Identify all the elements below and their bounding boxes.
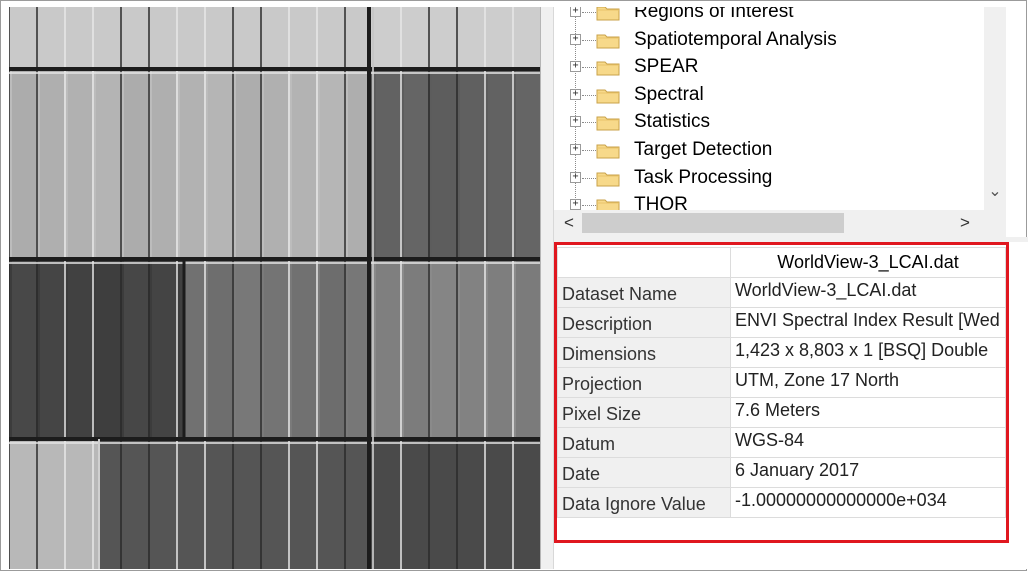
tree-item-label: Spectral xyxy=(634,83,704,105)
metadata-value[interactable]: ENVI Spectral Index Result [Wed xyxy=(730,307,1006,338)
tree-item[interactable]: + SPEAR xyxy=(554,55,984,82)
metadata-value[interactable]: WGS-84 xyxy=(730,427,1006,458)
metadata-file-header[interactable]: WorldView-3_LCAI.dat xyxy=(730,247,1006,278)
tree-connector xyxy=(582,177,596,179)
expand-icon[interactable]: + xyxy=(570,7,581,17)
folder-icon xyxy=(596,199,620,210)
tree-item-label: SPEAR xyxy=(634,56,699,78)
metadata-value[interactable]: UTM, Zone 17 North xyxy=(730,367,1006,398)
tree-item-label: Target Detection xyxy=(634,139,773,160)
tree-connector xyxy=(582,12,596,13)
scroll-down-icon[interactable]: ⌄ xyxy=(984,181,1006,203)
expand-icon[interactable]: + xyxy=(570,33,581,45)
envi-window: + Regions of Interest + Spatiotemporal Anal… xyxy=(0,0,1028,571)
folder-icon xyxy=(596,7,620,21)
vertical-scrollbar[interactable]: ⌄ xyxy=(984,7,1006,210)
vertical-scroll-thumb[interactable] xyxy=(987,11,1003,163)
expand-icon[interactable]: + xyxy=(570,88,581,100)
tree-item-label: Statistics xyxy=(634,111,711,133)
metadata-row[interactable]: Dataset Name WorldView-3_LCAI.dat xyxy=(557,277,1006,308)
metadata-key: Description xyxy=(557,307,731,338)
expand-icon[interactable]: + xyxy=(570,144,581,155)
metadata-header-row: WorldView-3_LCAI.dat xyxy=(557,247,1006,278)
metadata-row[interactable]: Description ENVI Spectral Index Result [W… xyxy=(557,307,1006,338)
folder-icon xyxy=(596,144,620,159)
horizontal-scrollbar[interactable]: < > xyxy=(554,210,1006,237)
metadata-row[interactable]: Projection UTM, Zone 17 North xyxy=(557,367,1006,398)
folder-icon xyxy=(596,34,620,49)
tree-item[interactable]: + Spatiotemporal Analysis xyxy=(554,28,984,55)
expand-icon[interactable]: + xyxy=(570,116,581,128)
tree-item-label: Regions of Interest xyxy=(634,7,794,22)
grayscale-satellite-image xyxy=(9,7,540,569)
metadata-key: Dimensions xyxy=(557,337,731,368)
tree-item[interactable]: + Task Processing xyxy=(554,166,984,193)
folder-icon xyxy=(596,116,620,131)
folder-icon xyxy=(596,61,620,76)
tree-connector xyxy=(582,122,596,124)
scroll-right-icon[interactable]: > xyxy=(954,210,976,237)
scroll-left-icon[interactable]: < xyxy=(558,210,580,237)
tree-connector xyxy=(582,39,596,41)
toolbox-tree: + Regions of Interest + Spatiotemporal Anal… xyxy=(554,7,1006,210)
metadata-value[interactable]: -1.00000000000000e+034 xyxy=(730,487,1006,518)
tree-item[interactable]: + Spectral xyxy=(554,83,984,110)
metadata-key: Data Ignore Value xyxy=(557,487,731,518)
metadata-header-blank xyxy=(557,247,731,278)
metadata-row[interactable]: Date 6 January 2017 xyxy=(557,457,1006,488)
metadata-row[interactable]: Datum WGS-84 xyxy=(557,427,1006,458)
tree-item[interactable]: + Target Detection xyxy=(554,138,984,165)
expand-icon[interactable]: + xyxy=(570,61,581,73)
metadata-row[interactable]: Pixel Size 7.6 Meters xyxy=(557,397,1006,428)
metadata-key: Projection xyxy=(557,367,731,398)
metadata-row[interactable]: Dimensions 1,423 x 8,803 x 1 [BSQ] Double xyxy=(557,337,1006,368)
scrollbar-corner xyxy=(984,210,1006,237)
image-view[interactable] xyxy=(9,7,540,569)
expand-icon[interactable]: + xyxy=(570,171,581,183)
tree-connector xyxy=(582,94,596,96)
tree-item[interactable]: + THOR xyxy=(554,193,984,210)
metadata-value[interactable]: WorldView-3_LCAI.dat xyxy=(730,277,1006,308)
tree-item[interactable]: + Statistics xyxy=(554,110,984,137)
view-splitter[interactable] xyxy=(540,7,554,569)
metadata-value[interactable]: 1,423 x 8,803 x 1 [BSQ] Double xyxy=(730,337,1006,368)
metadata-key: Datum xyxy=(557,427,731,458)
metadata-key: Date xyxy=(557,457,731,488)
folder-icon xyxy=(596,172,620,187)
metadata-value[interactable]: 6 January 2017 xyxy=(730,457,1006,488)
tree-item-label: THOR xyxy=(634,194,688,210)
metadata-value[interactable]: 7.6 Meters xyxy=(730,397,1006,428)
tree-item[interactable]: + Regions of Interest xyxy=(554,7,984,27)
tree-connector xyxy=(582,67,596,69)
metadata-key: Dataset Name xyxy=(557,277,731,308)
metadata-key: Pixel Size xyxy=(557,397,731,428)
expand-icon[interactable]: + xyxy=(570,199,581,210)
tree-item-label: Spatiotemporal Analysis xyxy=(634,28,837,50)
metadata-row[interactable]: Data Ignore Value -1.00000000000000e+034 xyxy=(557,487,1006,518)
metadata-table: WorldView-3_LCAI.dat Dataset Name WorldVi… xyxy=(557,247,1006,518)
tree-connector xyxy=(582,150,596,151)
metadata-panel: WorldView-3_LCAI.dat Dataset Name WorldVi… xyxy=(554,242,1028,569)
horizontal-scroll-thumb[interactable] xyxy=(582,213,844,233)
tree-connector xyxy=(582,205,596,207)
tree-item-label: Task Processing xyxy=(634,166,773,188)
folder-icon xyxy=(596,89,620,104)
